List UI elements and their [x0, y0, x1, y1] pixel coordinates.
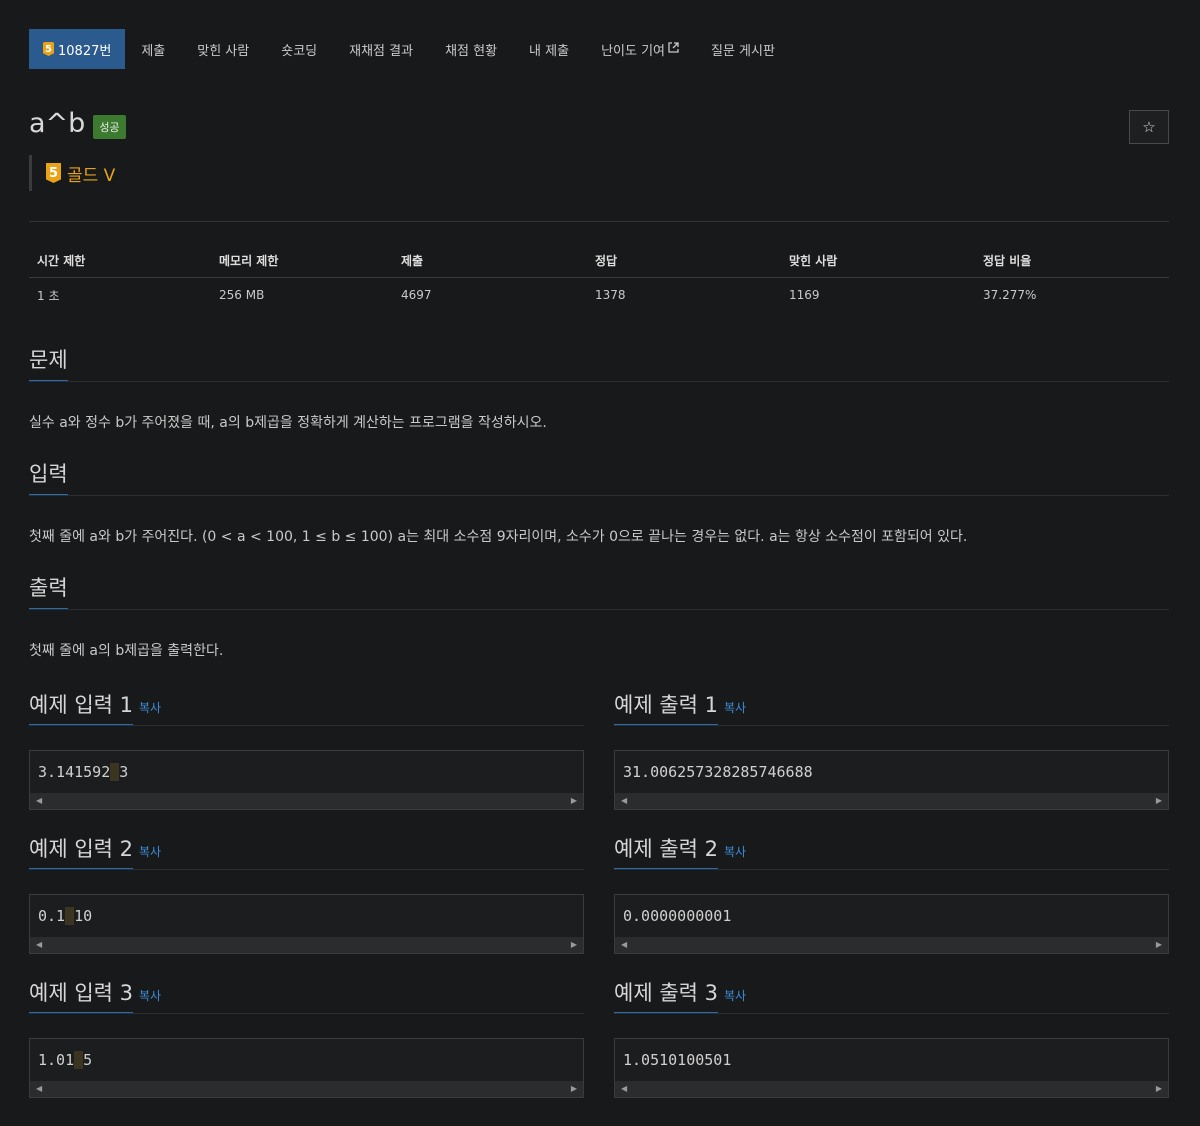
scroll-left-icon[interactable]: ◀ — [621, 796, 627, 805]
submissions-value: 4697 — [401, 288, 432, 303]
time-limit-value: 1 초 — [37, 288, 60, 303]
sample-value: 31.006257328285746688 — [623, 763, 813, 781]
page-title: a^b — [29, 108, 86, 139]
sample-value: 0.0000000001 — [623, 907, 732, 925]
scroll-right-icon[interactable]: ▶ — [571, 796, 577, 805]
header-accepted: 정답 — [587, 244, 781, 278]
tab-status[interactable]: 채점 현황 — [429, 29, 513, 69]
header-accept-ratio: 정답 비율 — [975, 244, 1169, 278]
sample-output-3: 예제 출력 3 복사 1.0510100501 ◀ ▶ — [614, 977, 1169, 1098]
copy-button[interactable]: 복사 — [139, 989, 161, 1003]
sample-output-title: 예제 출력 2 — [614, 833, 718, 870]
header-solved-users: 맞힌 사람 — [781, 244, 975, 278]
sample-output-box[interactable]: 31.006257328285746688 ◀ ▶ — [614, 750, 1169, 810]
scroll-right-icon[interactable]: ▶ — [571, 1084, 577, 1093]
header-time-limit: 시간 제한 — [29, 244, 211, 278]
sample-value: 3 — [119, 763, 129, 781]
header-submissions: 제출 — [393, 244, 587, 278]
scroll-right-icon[interactable]: ▶ — [571, 940, 577, 949]
copy-button[interactable]: 복사 — [139, 845, 161, 859]
section-title-problem: 문제 — [29, 344, 68, 382]
scroll-left-icon[interactable]: ◀ — [36, 796, 42, 805]
sample-value: 0.1 — [38, 907, 66, 925]
divider — [29, 221, 1169, 222]
scroll-right-icon[interactable]: ▶ — [1156, 1084, 1162, 1093]
tab-my-submissions[interactable]: 내 제출 — [513, 29, 585, 69]
sample-value: 5 — [83, 1051, 93, 1069]
horizontal-scrollbar[interactable]: ◀ ▶ — [615, 793, 1168, 809]
tab-submit[interactable]: 제출 — [125, 29, 181, 69]
scroll-right-icon[interactable]: ▶ — [1156, 940, 1162, 949]
sample-value: 1.0510100501 — [623, 1051, 732, 1069]
tab-difficulty-contribution[interactable]: 난이도 기여 — [585, 29, 695, 69]
problem-info-table: 시간 제한 메모리 제한 제출 정답 맞힌 사람 정답 비율 1 초 256 M… — [29, 244, 1169, 313]
table-row: 1 초 256 MB 4697 1378 1169 37.277% — [29, 277, 1169, 313]
tab-solved-users[interactable]: 맞힌 사람 — [181, 29, 265, 69]
horizontal-scrollbar[interactable]: ◀ ▶ — [615, 937, 1168, 953]
horizontal-scrollbar[interactable]: ◀ ▶ — [30, 1081, 583, 1097]
accepted-value: 1378 — [595, 288, 626, 303]
copy-button[interactable]: 복사 — [724, 989, 746, 1003]
section-title-output: 출력 — [29, 572, 68, 610]
sample-input-title: 예제 입력 2 — [29, 833, 133, 870]
sample-output-2: 예제 출력 2 복사 0.0000000001 ◀ ▶ — [614, 833, 1169, 954]
output-description: 첫째 줄에 a의 b제곱을 출력한다. — [29, 643, 224, 659]
sample-output-box[interactable]: 1.0510100501 ◀ ▶ — [614, 1038, 1169, 1098]
tab-rejudge-result[interactable]: 재채점 결과 — [333, 29, 429, 69]
accept-ratio-value: 37.277% — [983, 288, 1037, 303]
sample-value: 1.01 — [38, 1051, 75, 1069]
sample-value: 10 — [74, 907, 93, 925]
sample-input-2: 예제 입력 2 복사 0.1 10 ◀ ▶ — [29, 833, 584, 954]
sample-value: 3.141592 — [38, 763, 111, 781]
scroll-left-icon[interactable]: ◀ — [36, 940, 42, 949]
sample-input-3: 예제 입력 3 복사 1.01 5 ◀ ▶ — [29, 977, 584, 1098]
sample-input-1: 예제 입력 1 복사 3.141592 3 ◀ ▶ — [29, 689, 584, 810]
copy-button[interactable]: 복사 — [724, 845, 746, 859]
section-output: 출력 — [29, 572, 1169, 610]
scroll-right-icon[interactable]: ▶ — [1156, 796, 1162, 805]
sample-output-title: 예제 출력 3 — [614, 977, 718, 1014]
scroll-left-icon[interactable]: ◀ — [36, 1084, 42, 1093]
sample-output-title: 예제 출력 1 — [614, 689, 718, 726]
sample-input-title: 예제 입력 1 — [29, 689, 133, 726]
horizontal-scrollbar[interactable]: ◀ ▶ — [30, 937, 583, 953]
sample-output-1: 예제 출력 1 복사 31.006257328285746688 ◀ ▶ — [614, 689, 1169, 810]
tier-name[interactable]: 골드 V — [67, 161, 115, 186]
problem-number: 10827번 — [58, 43, 112, 59]
difficulty-label: 난이도 기여 — [601, 43, 665, 59]
section-problem: 문제 — [29, 344, 1169, 382]
solved-users-value: 1169 — [789, 288, 820, 303]
tier-row: 5 골드 V — [29, 155, 115, 191]
input-description: 첫째 줄에 a와 b가 주어진다. (0 < a < 100, 1 ≤ b ≤ … — [29, 529, 968, 545]
sample-input-box[interactable]: 1.01 5 ◀ ▶ — [29, 1038, 584, 1098]
section-input: 입력 — [29, 458, 1169, 496]
section-title-input: 입력 — [29, 458, 68, 496]
horizontal-scrollbar[interactable]: ◀ ▶ — [615, 1081, 1168, 1097]
status-badge: 성공 — [93, 114, 126, 139]
problem-nav: 5 10827번 제출 맞힌 사람 숏코딩 재채점 결과 채점 현황 내 제출 … — [29, 29, 791, 69]
header-memory-limit: 메모리 제한 — [211, 244, 393, 278]
tab-problem[interactable]: 5 10827번 — [29, 29, 126, 69]
sample-input-box[interactable]: 3.141592 3 ◀ ▶ — [29, 750, 584, 810]
memory-limit-value: 256 MB — [219, 288, 265, 303]
tab-short-coding[interactable]: 숏코딩 — [265, 29, 333, 69]
star-icon: ☆ — [1142, 118, 1156, 136]
tier-badge-icon: 5 — [43, 42, 54, 56]
copy-button[interactable]: 복사 — [724, 701, 746, 715]
external-link-icon — [668, 42, 679, 56]
scroll-left-icon[interactable]: ◀ — [621, 940, 627, 949]
star-button[interactable]: ☆ — [1129, 110, 1169, 144]
sample-output-box[interactable]: 0.0000000001 ◀ ▶ — [614, 894, 1169, 954]
sample-input-box[interactable]: 0.1 10 ◀ ▶ — [29, 894, 584, 954]
horizontal-scrollbar[interactable]: ◀ ▶ — [30, 793, 583, 809]
copy-button[interactable]: 복사 — [139, 701, 161, 715]
problem-description: 실수 a와 정수 b가 주어졌을 때, a의 b제곱을 정확하게 계산하는 프로… — [29, 415, 547, 431]
scroll-left-icon[interactable]: ◀ — [621, 1084, 627, 1093]
tier-icon: 5 — [46, 163, 61, 183]
tab-question-board[interactable]: 질문 게시판 — [695, 29, 791, 69]
sample-input-title: 예제 입력 3 — [29, 977, 133, 1014]
problem-header: a^b 성공 — [29, 108, 126, 139]
